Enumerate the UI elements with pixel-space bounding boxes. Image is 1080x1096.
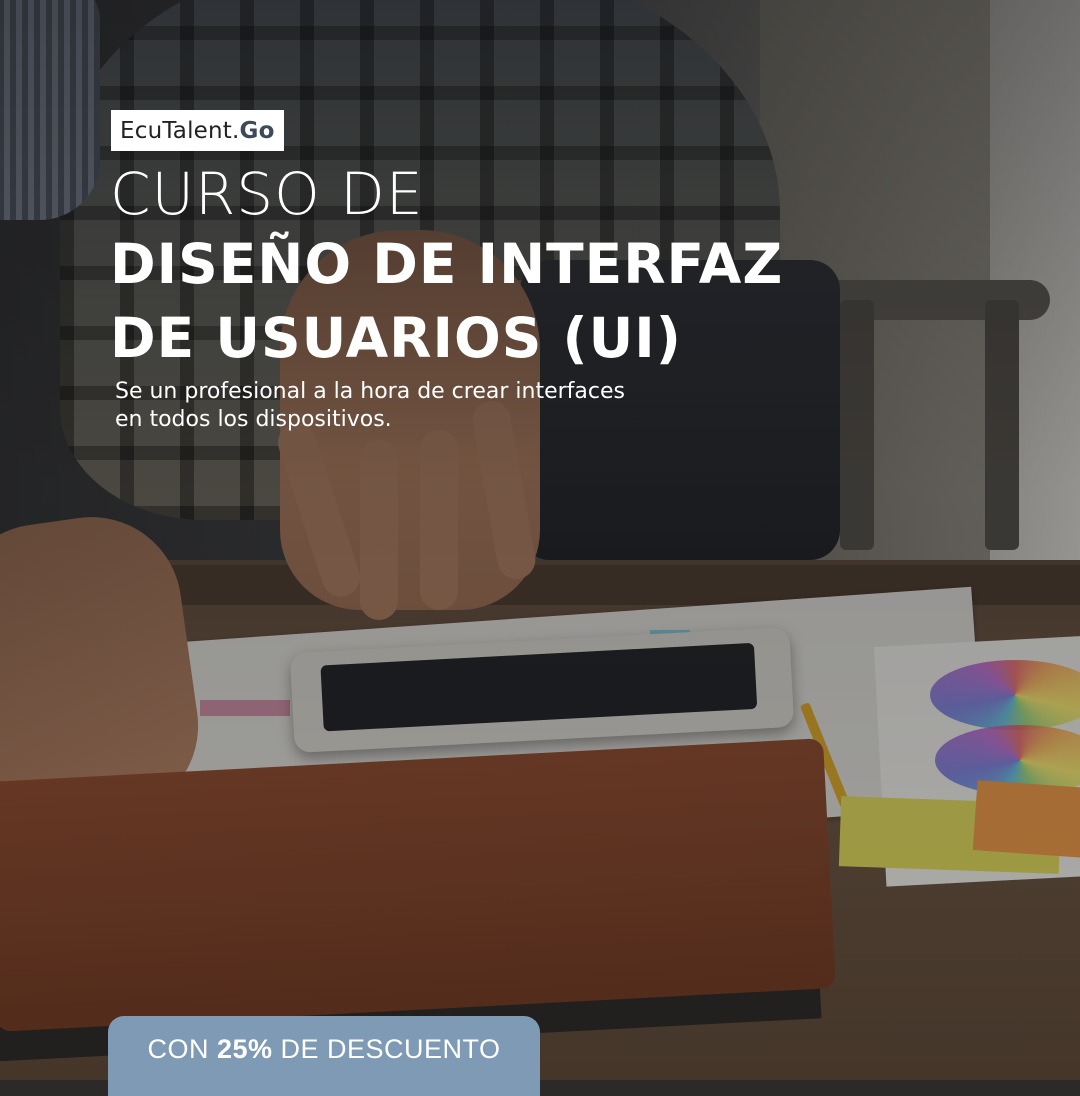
discount-text: CON 25% DE DESCUENTO [147, 1034, 500, 1096]
brand-logo: EcuTalent. Go [111, 110, 284, 151]
discount-percent: 25% [216, 1034, 273, 1064]
discount-prefix: CON [147, 1034, 217, 1064]
logo-suffix-text: Go [239, 117, 275, 144]
logo-brand-text: EcuTalent. [120, 117, 240, 144]
headline-line-1: CURSO DE [110, 160, 424, 228]
headline-line-2: DISEÑO DE INTERFAZ [110, 232, 784, 296]
discount-suffix: DE DESCUENTO [272, 1034, 501, 1064]
discount-badge: CON 25% DE DESCUENTO [108, 1016, 540, 1096]
subtitle-text: Se un profesional a la hora de crear int… [115, 379, 625, 432]
headline-line-3: DE USUARIOS (UI) [110, 306, 682, 370]
